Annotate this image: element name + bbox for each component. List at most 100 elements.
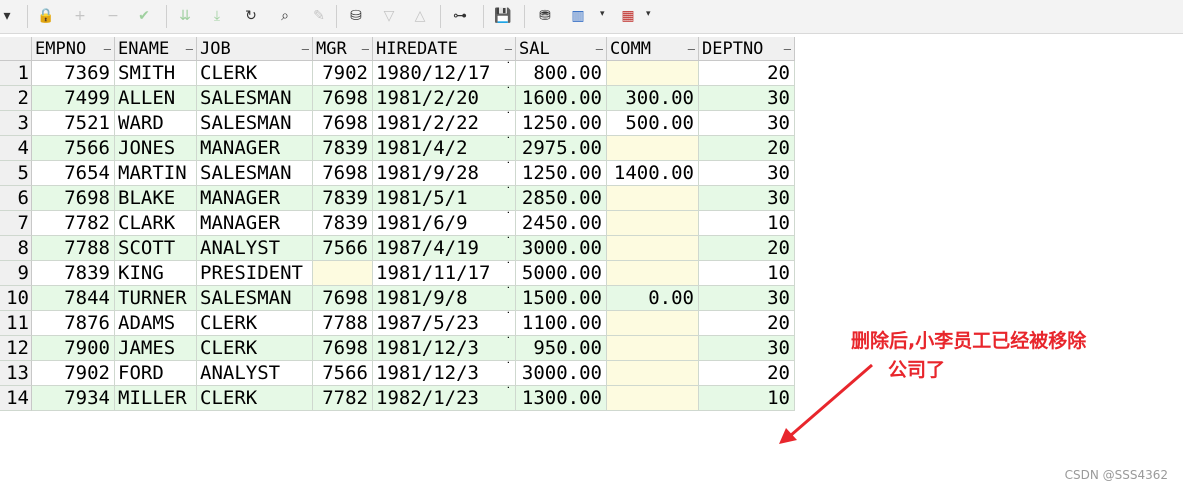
chevron-down-icon[interactable]: ▾ (600, 9, 605, 19)
cell-hiredate[interactable]: 1981/11/17 ˙ (373, 261, 516, 286)
row-number[interactable]: 4 (0, 136, 32, 161)
cell-deptno[interactable]: 20 (699, 61, 795, 86)
row-number[interactable]: 13 (0, 361, 32, 386)
cell-empno[interactable]: 7782 (32, 211, 115, 236)
cell-deptno[interactable]: 20 (699, 361, 795, 386)
row-number[interactable]: 2 (0, 86, 32, 111)
cell-ename[interactable]: SMITH (115, 61, 197, 86)
cell-mgr[interactable]: 7788 (313, 311, 373, 336)
cell-sal[interactable]: 2975.00 (516, 136, 607, 161)
column-header-ename[interactable]: ENAME — (115, 37, 197, 61)
cell-job[interactable]: ANALYST (197, 236, 313, 261)
cell-hiredate[interactable]: 1981/9/8 ˙ (373, 286, 516, 311)
cell-comm[interactable] (607, 211, 699, 236)
cell-empno[interactable]: 7902 (32, 361, 115, 386)
cell-hiredate[interactable]: 1981/5/1 ˙ (373, 186, 516, 211)
cell-mgr[interactable]: 7698 (313, 161, 373, 186)
delete-record-icon[interactable]: − (103, 6, 123, 26)
cell-hiredate[interactable]: 1981/4/2 ˙ (373, 136, 516, 161)
grid-view-icon[interactable]: ▦ (618, 6, 638, 26)
cell-hiredate[interactable]: 1981/9/28 ˙ (373, 161, 516, 186)
column-header-deptno[interactable]: DEPTNO — (699, 37, 795, 61)
cell-empno[interactable]: 7499 (32, 86, 115, 111)
cell-job[interactable]: SALESMAN (197, 286, 313, 311)
cell-mgr[interactable]: 7839 (313, 186, 373, 211)
cell-comm[interactable] (607, 186, 699, 211)
cell-mgr[interactable]: 7839 (313, 136, 373, 161)
cell-comm[interactable] (607, 236, 699, 261)
cell-job[interactable]: MANAGER (197, 186, 313, 211)
cell-mgr[interactable]: 7566 (313, 361, 373, 386)
cell-deptno[interactable]: 30 (699, 186, 795, 211)
row-number[interactable]: 10 (0, 286, 32, 311)
find-icon[interactable]: ⌕ (275, 6, 295, 26)
cell-mgr[interactable]: 7902 (313, 61, 373, 86)
query-by-example-icon[interactable]: ⛁ (346, 6, 366, 26)
column-header-empno[interactable]: EMPNO — (32, 37, 115, 61)
cell-deptno[interactable]: 20 (699, 236, 795, 261)
column-header-hiredate[interactable]: HIREDATE — (373, 37, 516, 61)
cell-mgr[interactable]: 7698 (313, 111, 373, 136)
database-icon[interactable]: ⛃ (535, 6, 555, 26)
cell-sal[interactable]: 1100.00 (516, 311, 607, 336)
cell-hiredate[interactable]: 1982/1/23 ˙ (373, 386, 516, 411)
cell-comm[interactable] (607, 61, 699, 86)
cell-hiredate[interactable]: 1981/12/3 ˙ (373, 361, 516, 386)
sort-ascending-icon[interactable]: △ (410, 6, 430, 26)
cell-empno[interactable]: 7788 (32, 236, 115, 261)
cell-comm[interactable] (607, 311, 699, 336)
cell-sal[interactable]: 5000.00 (516, 261, 607, 286)
chevron-down-icon[interactable]: ▾ (646, 9, 651, 19)
cell-sal[interactable]: 1250.00 (516, 161, 607, 186)
cell-mgr[interactable]: 7698 (313, 286, 373, 311)
cell-deptno[interactable]: 30 (699, 86, 795, 111)
cell-hiredate[interactable]: 1980/12/17 ˙ (373, 61, 516, 86)
cell-sal[interactable]: 3000.00 (516, 236, 607, 261)
chart-icon[interactable]: ▥ (568, 6, 588, 26)
fetch-next-icon[interactable]: ⇊ (175, 6, 195, 26)
cell-deptno[interactable]: 30 (699, 336, 795, 361)
cell-deptno[interactable]: 10 (699, 386, 795, 411)
cell-ename[interactable]: JAMES (115, 336, 197, 361)
cell-deptno[interactable]: 10 (699, 261, 795, 286)
column-header-comm[interactable]: COMM — (607, 37, 699, 61)
cell-comm[interactable] (607, 136, 699, 161)
column-header-mgr[interactable]: MGR — (313, 37, 373, 61)
cell-comm[interactable]: 500.00 (607, 111, 699, 136)
cell-comm[interactable]: 1400.00 (607, 161, 699, 186)
cell-sal[interactable]: 3000.00 (516, 361, 607, 386)
cell-ename[interactable]: FORD (115, 361, 197, 386)
row-number[interactable]: 7 (0, 211, 32, 236)
cell-empno[interactable]: 7521 (32, 111, 115, 136)
row-number[interactable]: 9 (0, 261, 32, 286)
cell-job[interactable]: CLERK (197, 386, 313, 411)
cell-job[interactable]: CLERK (197, 311, 313, 336)
cell-hiredate[interactable]: 1981/12/3 ˙ (373, 336, 516, 361)
cell-empno[interactable]: 7369 (32, 61, 115, 86)
row-number[interactable]: 5 (0, 161, 32, 186)
cell-job[interactable]: SALESMAN (197, 86, 313, 111)
cell-sal[interactable]: 1500.00 (516, 286, 607, 311)
cell-deptno[interactable]: 20 (699, 136, 795, 161)
cell-job[interactable]: MANAGER (197, 211, 313, 236)
row-number[interactable]: 3 (0, 111, 32, 136)
cell-ename[interactable]: SCOTT (115, 236, 197, 261)
cell-comm[interactable] (607, 361, 699, 386)
cell-ename[interactable]: JONES (115, 136, 197, 161)
cell-sal[interactable]: 2850.00 (516, 186, 607, 211)
fetch-last-icon[interactable]: ⤓ (207, 6, 227, 26)
cell-ename[interactable]: TURNER (115, 286, 197, 311)
row-number[interactable]: 14 (0, 386, 32, 411)
row-number[interactable]: 12 (0, 336, 32, 361)
cell-deptno[interactable]: 30 (699, 161, 795, 186)
clear-icon[interactable]: ✎ (309, 6, 329, 26)
post-changes-icon[interactable]: ✔ (134, 6, 154, 26)
cell-empno[interactable]: 7900 (32, 336, 115, 361)
cell-job[interactable]: SALESMAN (197, 161, 313, 186)
cell-hiredate[interactable]: 1981/6/9 ˙ (373, 211, 516, 236)
cell-empno[interactable]: 7844 (32, 286, 115, 311)
cell-mgr[interactable]: 7566 (313, 236, 373, 261)
cell-comm[interactable] (607, 261, 699, 286)
cell-sal[interactable]: 950.00 (516, 336, 607, 361)
tree-view-icon[interactable]: ⊶ (450, 6, 470, 26)
